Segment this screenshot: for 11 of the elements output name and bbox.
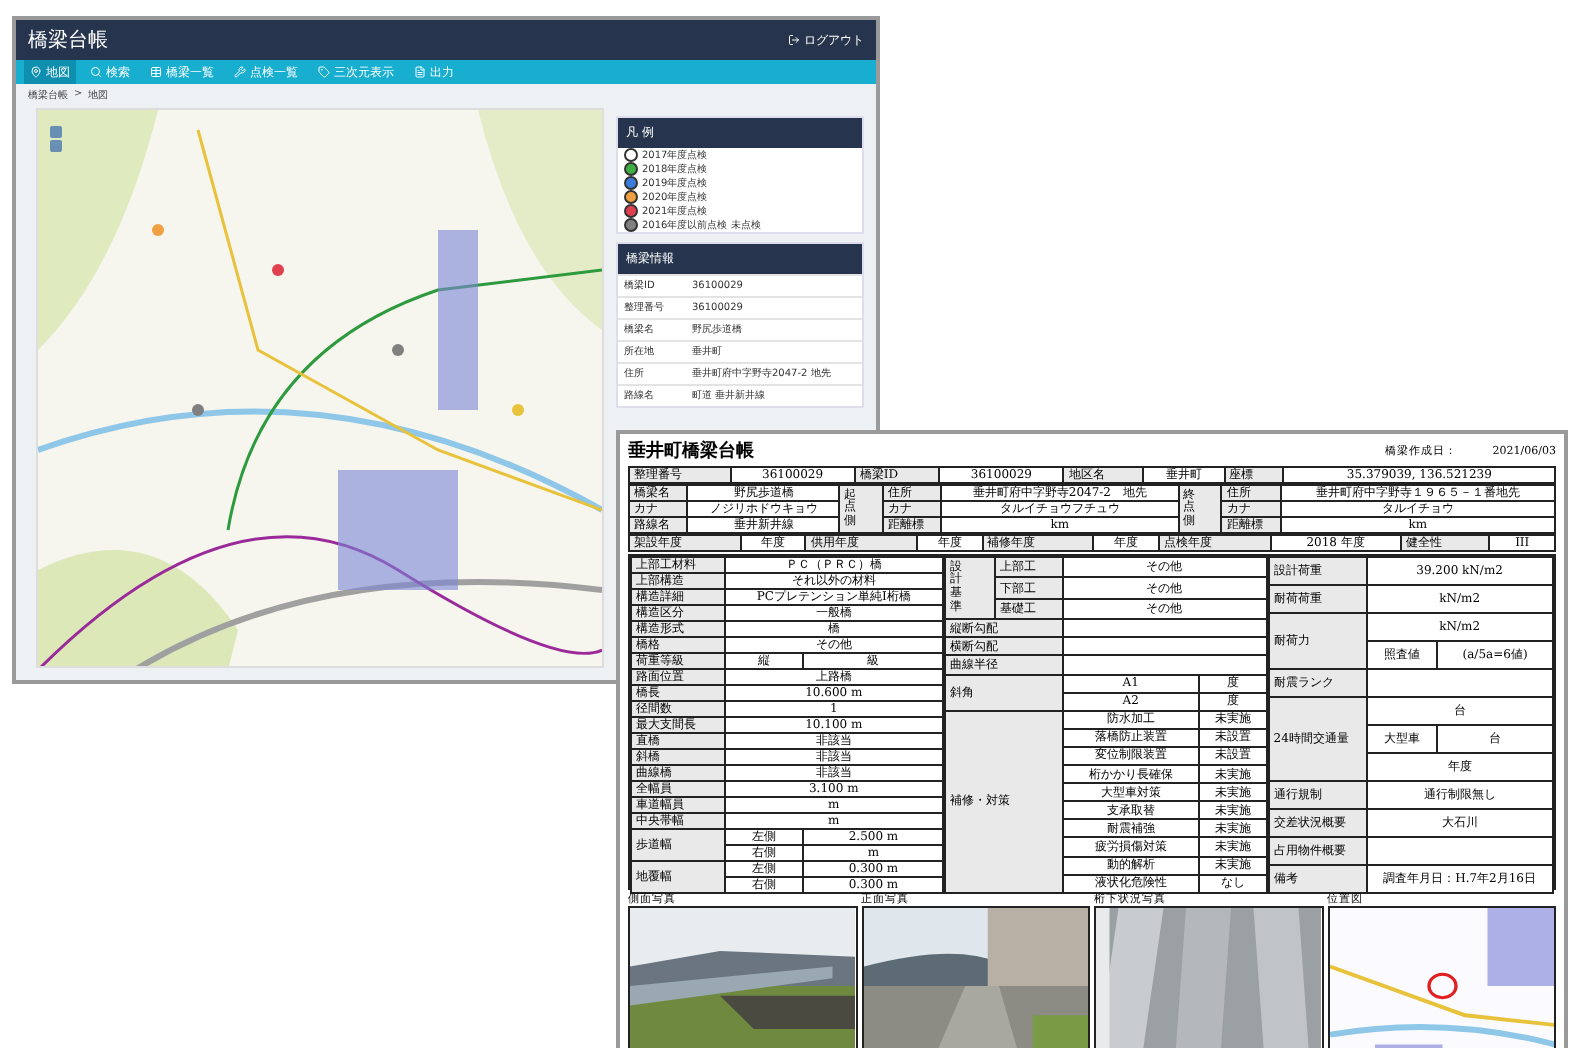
logout-icon: [788, 34, 800, 46]
table-icon: [150, 66, 162, 78]
wrench-icon: [234, 66, 246, 78]
tag-icon: [318, 66, 330, 78]
app-title: 橋梁台帳: [28, 27, 108, 54]
document-icon: [414, 66, 426, 78]
search-icon: [90, 66, 102, 78]
zoom-out-button[interactable]: [50, 140, 62, 152]
zoom-in-button[interactable]: [50, 126, 62, 138]
pin-icon: [30, 66, 42, 78]
document-title: 垂井町橋梁台帳: [628, 438, 754, 464]
